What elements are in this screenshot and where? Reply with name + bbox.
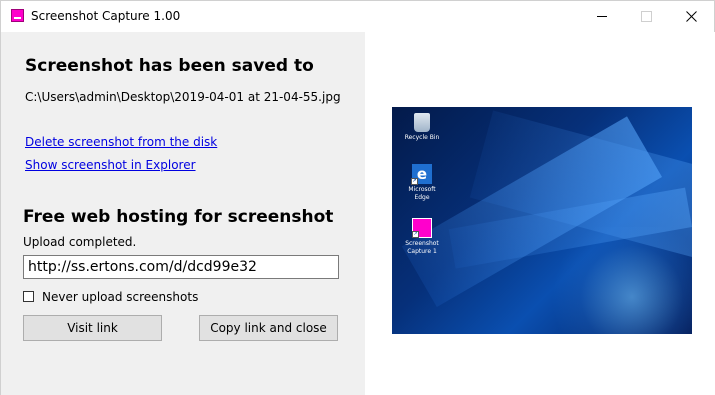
- desktop-icon-label: Microsoft Edge: [408, 186, 436, 201]
- details-panel: Screenshot has been saved to C:\Users\ad…: [1, 32, 365, 395]
- title-bar[interactable]: Screenshot Capture 1.00: [1, 1, 714, 32]
- minimize-button[interactable]: [579, 1, 625, 32]
- screenshot-capture-icon: ↗: [412, 218, 432, 238]
- close-icon: [685, 11, 697, 22]
- copy-link-and-close-button[interactable]: Copy link and close: [199, 315, 338, 341]
- url-field[interactable]: [23, 255, 339, 279]
- recycle-bin-icon: [414, 113, 430, 132]
- desktop-icon-screenshot-capture: ↗ Screenshot Capture 1: [400, 218, 444, 256]
- app-window: Screenshot Capture 1.00 Screenshot has b…: [0, 0, 715, 395]
- shortcut-arrow-icon: ↗: [412, 231, 419, 238]
- shortcut-arrow-icon: ↗: [411, 178, 418, 185]
- minimize-icon: [597, 16, 607, 17]
- screenshot-preview[interactable]: Recycle Bin e ↗ Microsoft Edge ↗ Screensh…: [392, 107, 692, 334]
- desktop-icon-recycle-bin: Recycle Bin: [400, 113, 444, 142]
- saved-heading: Screenshot has been saved to: [25, 56, 314, 76]
- app-icon: [11, 9, 24, 22]
- never-upload-checkbox[interactable]: [23, 291, 34, 302]
- desktop-icon-label: Screenshot Capture 1: [405, 240, 439, 255]
- delete-screenshot-link[interactable]: Delete screenshot from the disk: [25, 135, 217, 149]
- never-upload-option[interactable]: Never upload screenshots: [23, 289, 198, 304]
- upload-status: Upload completed.: [23, 235, 137, 249]
- close-button[interactable]: [668, 1, 714, 32]
- window-title: Screenshot Capture 1.00: [31, 9, 181, 23]
- show-in-explorer-link[interactable]: Show screenshot in Explorer: [25, 158, 196, 172]
- desktop-icon-label: Recycle Bin: [404, 134, 440, 141]
- maximize-button[interactable]: [623, 1, 669, 32]
- maximize-icon: [640, 11, 652, 22]
- desktop-icon-edge: e ↗ Microsoft Edge: [400, 164, 444, 202]
- visit-link-button[interactable]: Visit link: [23, 315, 162, 341]
- never-upload-label[interactable]: Never upload screenshots: [42, 290, 198, 304]
- saved-path: C:\Users\admin\Desktop\2019-04-01 at 21-…: [25, 90, 341, 104]
- edge-icon: e ↗: [411, 164, 432, 185]
- hosting-heading: Free web hosting for screenshot: [23, 207, 334, 227]
